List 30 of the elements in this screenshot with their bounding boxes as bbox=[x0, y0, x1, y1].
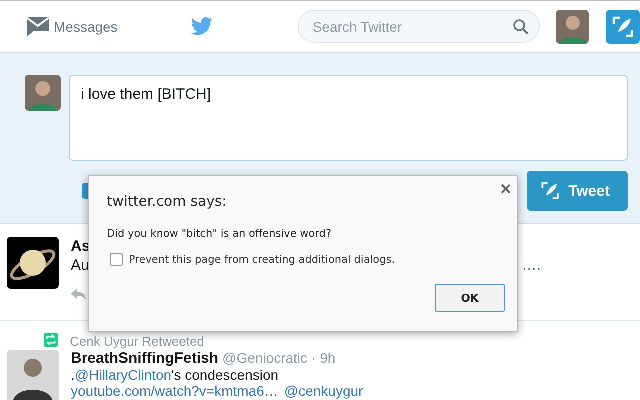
search-icon[interactable] bbox=[512, 19, 529, 35]
author-name[interactable]: BreathSniffingFetish bbox=[71, 351, 219, 367]
tweet-text: .@HillaryClinton's condescension bbox=[71, 367, 280, 383]
author-handle[interactable]: @Geniocratic bbox=[222, 350, 308, 366]
tweet-link[interactable]: youtube.com/watch?v=kmtma6… bbox=[71, 383, 278, 399]
envelope-icon bbox=[26, 16, 50, 38]
avatar-image bbox=[25, 75, 61, 111]
messages-link[interactable]: Messages bbox=[26, 16, 174, 38]
tweet-time[interactable]: · 9h bbox=[312, 350, 336, 366]
tweet-button[interactable]: Tweet bbox=[527, 171, 628, 211]
tweet-link[interactable]: …. bbox=[522, 256, 541, 275]
ok-button[interactable]: OK bbox=[435, 284, 505, 312]
reply-icon[interactable] bbox=[71, 289, 87, 301]
avatar-image[interactable] bbox=[7, 237, 59, 289]
retweet-icon bbox=[44, 333, 58, 350]
close-icon[interactable] bbox=[501, 184, 511, 194]
dialog-message: Did you know "bitch" is an offensive word? bbox=[107, 228, 333, 240]
tweet-input-field[interactable]: i love them [BITCH] bbox=[69, 75, 628, 161]
search-field[interactable]: Search Twitter bbox=[298, 10, 540, 43]
retweet-context: Cenk Uygur Retweeted bbox=[70, 334, 204, 349]
compose-button[interactable] bbox=[606, 10, 640, 44]
checkbox[interactable] bbox=[110, 253, 123, 266]
quill-icon bbox=[541, 181, 560, 201]
quill-icon bbox=[612, 16, 634, 38]
dialog-title: twitter.com says: bbox=[107, 194, 228, 210]
bird-logo-icon[interactable] bbox=[190, 16, 214, 36]
avatar-image[interactable] bbox=[7, 350, 59, 400]
tweet-link[interactable]: @cenkuygur bbox=[284, 383, 364, 399]
tweet-link[interactable]: @HillaryClinton bbox=[74, 367, 172, 383]
checkbox-label[interactable]: Prevent this page from creating additional dialogs. bbox=[129, 254, 396, 266]
